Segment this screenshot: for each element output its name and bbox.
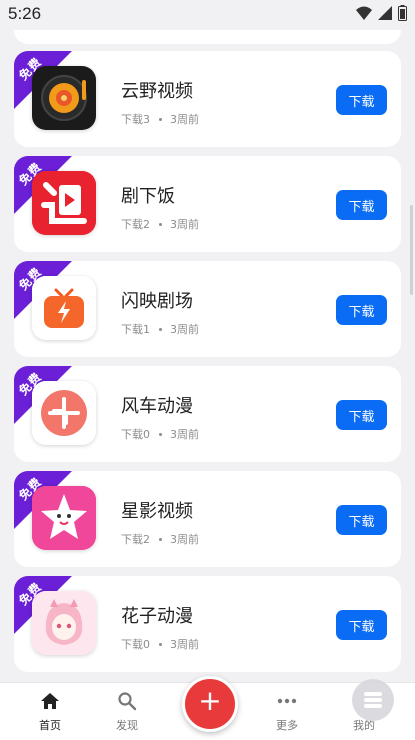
nav-discover-label: 发现 <box>116 719 138 732</box>
app-meta: 下载2 3周前 <box>121 531 199 547</box>
publish-time: 3周前 <box>170 113 199 126</box>
nav-home[interactable]: 首页 <box>15 683 85 740</box>
separator-dot <box>159 327 162 331</box>
app-card[interactable]: 免费 闪映剧场 下载1 3周前 下载 <box>14 261 401 357</box>
app-name: 风车动漫 <box>121 396 193 417</box>
app-card[interactable]: 免费 星影视频 下载2 3周前 下载 <box>14 471 401 567</box>
status-icons <box>356 5 407 21</box>
nav-more-label: 更多 <box>276 719 298 732</box>
plus-icon: + <box>198 684 222 717</box>
app-card[interactable]: 免费 剧下饭 下载2 3周前 下载 <box>14 156 401 252</box>
app-meta: 下载2 3周前 <box>121 216 199 232</box>
status-time: 5:26 <box>8 4 42 23</box>
nav-more[interactable]: 更多 <box>252 683 322 740</box>
pinwheel-icon[interactable] <box>32 381 96 445</box>
app-card[interactable]: 免费 云野视频 下载3 3周前 下载 <box>14 51 401 147</box>
download-count: 下载0 <box>121 638 150 651</box>
app-list[interactable]: 免费 云野视频 下载3 3周前 下载 免费 剧下饭 下载2 3周前 下载 免费 … <box>0 0 415 682</box>
app-name: 云野视频 <box>121 81 193 102</box>
anime-girl-icon[interactable] <box>32 591 96 655</box>
download-button[interactable]: 下载 <box>336 295 387 325</box>
red-chase-logo-icon[interactable] <box>32 171 96 235</box>
signal-icon <box>378 6 392 20</box>
separator-dot <box>159 432 162 436</box>
download-count: 下载2 <box>121 218 150 231</box>
publish-time: 3周前 <box>170 533 199 546</box>
separator-dot <box>159 642 162 646</box>
vinyl-record-icon[interactable] <box>32 66 96 130</box>
pink-star-icon[interactable] <box>32 486 96 550</box>
app-name: 花子动漫 <box>121 606 193 627</box>
battery-icon <box>398 5 407 21</box>
publish-time: 3周前 <box>170 323 199 336</box>
publish-time: 3周前 <box>170 218 199 231</box>
publish-time: 3周前 <box>170 428 199 441</box>
app-name: 剧下饭 <box>121 186 175 207</box>
home-icon <box>41 693 59 709</box>
separator-dot <box>159 222 162 226</box>
download-count: 下载0 <box>121 428 150 441</box>
app-meta: 下载0 3周前 <box>121 636 199 652</box>
nav-home-label: 首页 <box>39 719 61 732</box>
download-count: 下载1 <box>121 323 150 336</box>
nav-discover[interactable]: 发现 <box>92 683 162 740</box>
scrollbar-thumb[interactable] <box>410 205 413 295</box>
download-count: 下载3 <box>121 113 150 126</box>
app-card[interactable]: 免费 风车动漫 下载0 3周前 下载 <box>14 366 401 462</box>
search-icon <box>118 692 137 711</box>
download-button[interactable]: 下载 <box>336 505 387 535</box>
app-meta: 下载3 3周前 <box>121 111 199 127</box>
download-button[interactable]: 下载 <box>336 85 387 115</box>
download-button[interactable]: 下载 <box>336 190 387 220</box>
separator-dot <box>159 537 162 541</box>
more-dots-icon <box>277 698 297 704</box>
download-count: 下载2 <box>121 533 150 546</box>
create-button[interactable]: + <box>182 676 238 732</box>
app-card[interactable]: 免费 花子动漫 下载0 3周前 下载 <box>14 576 401 672</box>
floating-menu-icon[interactable] <box>352 679 394 721</box>
download-button[interactable]: 下载 <box>336 610 387 640</box>
app-meta: 下载1 3周前 <box>121 321 199 337</box>
tv-lightning-icon[interactable] <box>32 276 96 340</box>
app-name: 闪映剧场 <box>121 291 193 312</box>
app-meta: 下载0 3周前 <box>121 426 199 442</box>
download-button[interactable]: 下载 <box>336 400 387 430</box>
app-name: 星影视频 <box>121 501 193 522</box>
status-bar: 5:26 <box>0 0 415 30</box>
separator-dot <box>159 117 162 121</box>
wifi-icon <box>356 6 372 20</box>
publish-time: 3周前 <box>170 638 199 651</box>
